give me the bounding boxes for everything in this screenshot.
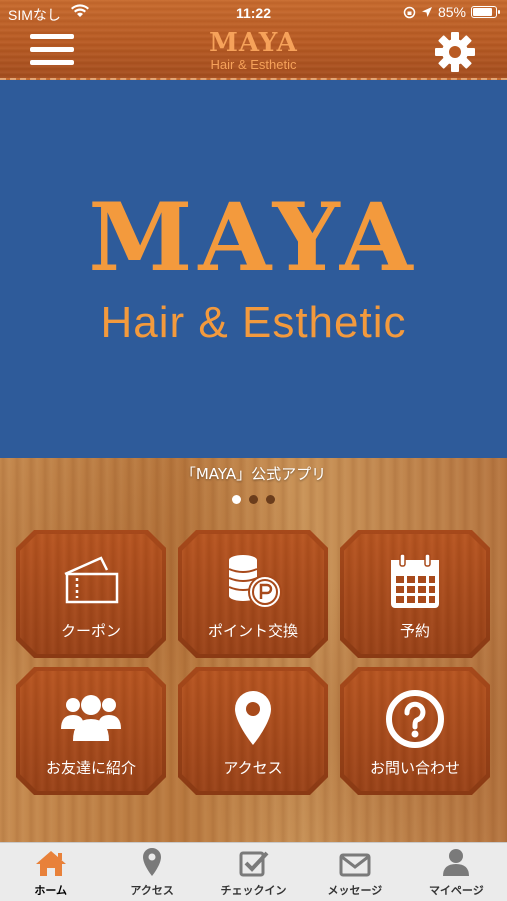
tab-home[interactable]: ホーム (0, 843, 101, 901)
carousel-caption: 「MAYA」公式アプリ (180, 465, 327, 483)
tab-label: ホーム (34, 884, 68, 897)
tab-label: チェックイン (220, 884, 287, 897)
tab-label: アクセス (130, 884, 174, 897)
header-brand-subtitle: Hair & Esthetic (210, 57, 297, 72)
location-arrow-icon (421, 7, 432, 17)
status-right: 85% (403, 4, 500, 20)
tab-mypage[interactable]: マイページ (406, 843, 507, 901)
settings-gear-icon[interactable] (433, 30, 477, 74)
tile-label: 予約 (399, 622, 430, 640)
battery-icon (471, 6, 500, 18)
battery-percent: 85% (437, 4, 466, 20)
banner-subtitle: Hair & Esthetic (100, 298, 407, 347)
people-icon (61, 695, 121, 741)
carousel-dot-1[interactable] (232, 495, 241, 504)
question-icon (386, 690, 444, 748)
refer-friend-button[interactable]: お友達に紹介 (16, 667, 166, 795)
tab-label: メッセージ (327, 884, 383, 897)
hero-banner[interactable]: MAYA Hair & Esthetic (0, 80, 507, 458)
tile-label: クーポン (60, 622, 121, 640)
reservation-button[interactable]: 予約 (340, 530, 490, 658)
checkin-icon (239, 851, 268, 877)
tile-label: アクセス (223, 759, 283, 777)
contact-button[interactable]: お問い合わせ (340, 667, 490, 795)
ticket-icon (64, 556, 119, 604)
tab-label: マイページ (428, 884, 484, 897)
calendar-icon (391, 553, 439, 608)
access-button[interactable]: アクセス (178, 667, 328, 795)
points-exchange-button[interactable]: ポイント交換 (178, 530, 328, 658)
carousel-dot-3[interactable] (266, 495, 275, 504)
tab-checkin[interactable]: チェックイン (203, 843, 304, 901)
carousel-dot-2[interactable] (249, 495, 258, 504)
envelope-icon (339, 853, 371, 877)
bottom-tab-bar: ホーム アクセス チェックイン メッセージ マイページ (0, 842, 507, 901)
tab-access[interactable]: アクセス (101, 843, 202, 901)
coupon-button[interactable]: クーポン (16, 530, 166, 658)
status-bar: SIMなし 11:22 85% (0, 0, 507, 26)
tile-label: ポイント交換 (207, 622, 298, 640)
header-brand-title: MAYA (209, 28, 298, 58)
tile-label: お友達に紹介 (45, 759, 136, 777)
person-icon (443, 849, 470, 876)
carousel-indicator[interactable] (0, 495, 507, 504)
map-pin-icon (235, 691, 271, 745)
home-icon (35, 851, 66, 876)
header-brand: MAYA Hair & Esthetic (0, 28, 507, 72)
tab-message[interactable]: メッセージ (304, 843, 405, 901)
banner-title: MAYA (88, 183, 419, 293)
rotation-lock-icon (403, 6, 416, 18)
app-header: SIMなし 11:22 85% MAYA Hair & Esthetic (0, 0, 507, 80)
map-pin-icon (143, 848, 162, 876)
tile-label: お問い合わせ (369, 759, 460, 777)
coins-icon (228, 555, 282, 609)
